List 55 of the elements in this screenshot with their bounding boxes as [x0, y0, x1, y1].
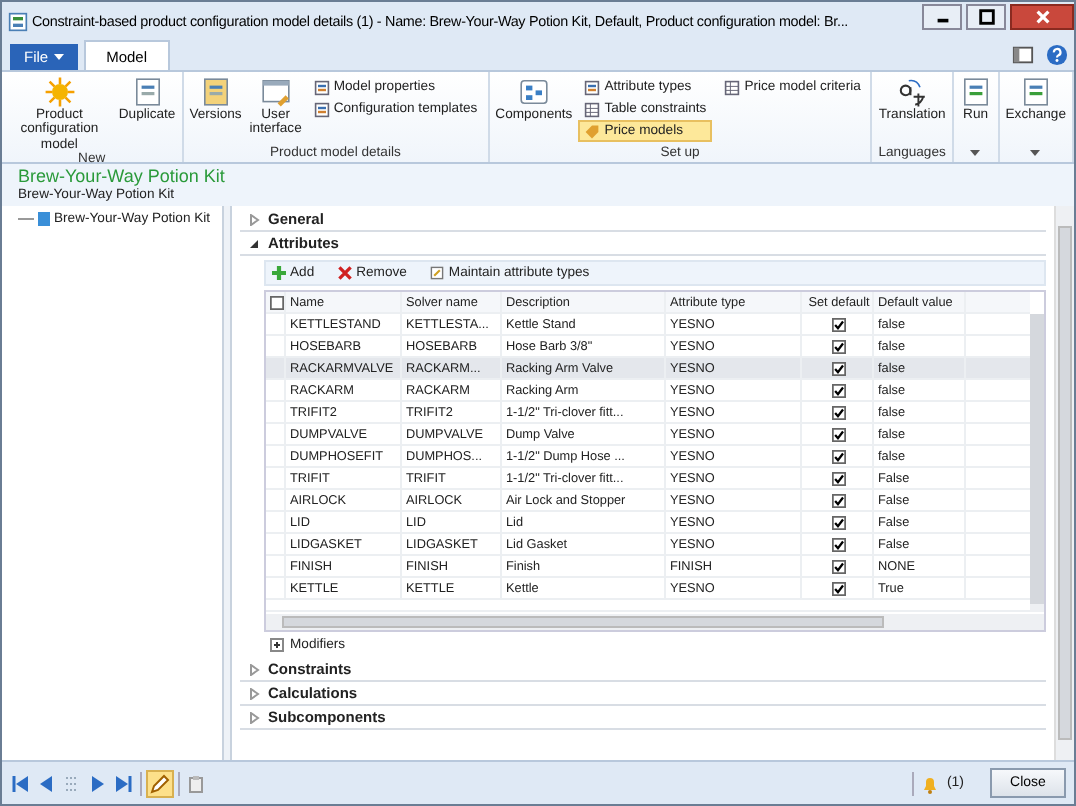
- checkbox[interactable]: [832, 559, 846, 573]
- window-layout-icon[interactable]: [1012, 44, 1034, 66]
- checkbox[interactable]: [832, 383, 846, 397]
- checkbox[interactable]: [832, 471, 846, 485]
- document-icon: [1019, 76, 1052, 108]
- checkbox[interactable]: [832, 515, 846, 529]
- form-icon: [8, 11, 28, 31]
- components-icon: [517, 76, 550, 108]
- help-icon[interactable]: [1046, 44, 1068, 66]
- document-icon: [584, 79, 601, 95]
- checkbox[interactable]: [832, 361, 846, 375]
- clipboard-icon[interactable]: [186, 773, 206, 793]
- plus-icon: [272, 266, 286, 280]
- checkbox[interactable]: [832, 317, 846, 331]
- maximize-button[interactable]: [966, 3, 1006, 29]
- x-icon: [338, 266, 353, 280]
- sun-icon: [43, 76, 76, 108]
- expand-icon[interactable]: [248, 237, 260, 249]
- node-icon: [38, 212, 50, 226]
- document-icon: [313, 79, 330, 95]
- checkbox[interactable]: [832, 493, 846, 507]
- document-icon: [131, 76, 164, 108]
- scrollbar-thumb[interactable]: [1030, 314, 1044, 604]
- scrollbar-thumb[interactable]: [1058, 226, 1072, 740]
- checkbox[interactable]: [832, 427, 846, 441]
- close-button[interactable]: [1010, 3, 1074, 29]
- tag-icon: [584, 123, 601, 139]
- window-icon: [259, 76, 292, 108]
- previous-record-icon[interactable]: [36, 773, 56, 793]
- last-record-icon[interactable]: [114, 773, 134, 793]
- select-all-checkbox[interactable]: [270, 295, 284, 309]
- close-icon: [1033, 7, 1051, 25]
- record-title: Brew-Your-Way Potion Kit: [18, 166, 227, 188]
- checkbox[interactable]: [832, 449, 846, 463]
- checkbox[interactable]: [832, 405, 846, 419]
- first-record-icon[interactable]: [10, 773, 30, 793]
- checkbox[interactable]: [832, 537, 846, 551]
- translation-icon: [896, 76, 929, 108]
- document-icon: [199, 76, 232, 108]
- next-record-icon[interactable]: [88, 773, 108, 793]
- edit-pencil-icon[interactable]: [148, 771, 172, 795]
- checkbox[interactable]: [832, 581, 846, 595]
- document-icon: [959, 76, 992, 108]
- table-icon: [584, 101, 601, 117]
- document-icon: [313, 101, 330, 117]
- minimize-button[interactable]: [922, 3, 962, 29]
- checkbox[interactable]: [832, 339, 846, 353]
- scrollbar-thumb[interactable]: [282, 616, 884, 628]
- table-icon: [724, 79, 741, 95]
- document-icon: [430, 266, 445, 280]
- caret-icon: [54, 54, 65, 60]
- maximize-icon: [977, 7, 995, 25]
- expand-icon[interactable]: [270, 638, 284, 652]
- dropdown-icon[interactable]: [970, 150, 981, 156]
- dropdown-icon[interactable]: [1030, 150, 1041, 156]
